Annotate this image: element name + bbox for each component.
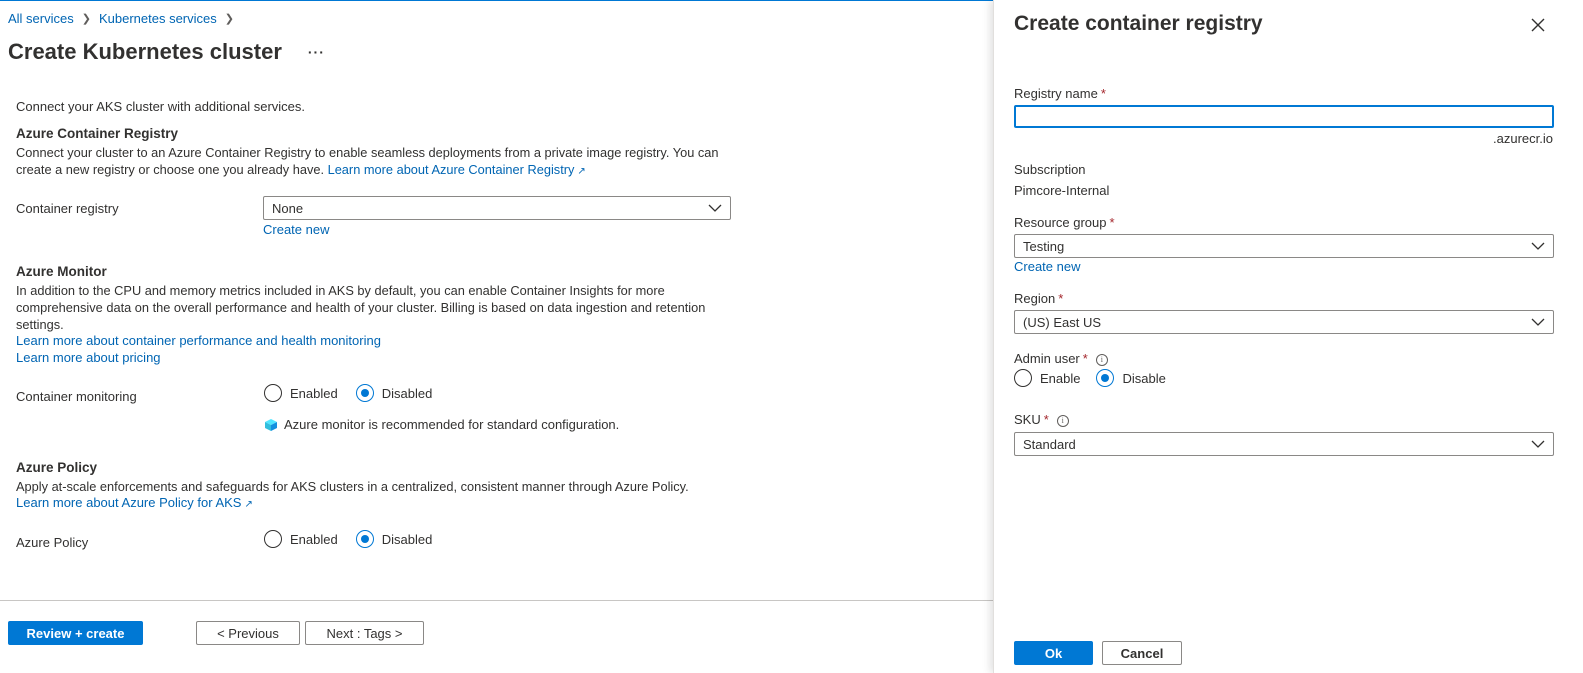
close-icon[interactable]: [1528, 15, 1548, 35]
azure-policy-radio-group: Enabled Disabled: [264, 530, 450, 548]
admin-user-disable-radio[interactable]: Disable: [1096, 369, 1166, 387]
monitoring-enabled-radio[interactable]: Enabled: [264, 384, 338, 402]
region-value: (US) East US: [1023, 314, 1102, 330]
create-registry-panel: Create container registry Registry name *…: [993, 0, 1583, 673]
container-monitoring-radio-group: Enabled Disabled: [264, 384, 450, 402]
footer-divider: [0, 600, 993, 601]
required-marker: *: [1100, 86, 1106, 101]
azure-policy-label: Azure Policy: [16, 535, 89, 550]
review-create-button[interactable]: Review + create: [8, 621, 143, 645]
radio-checked-icon: [355, 530, 374, 548]
admin-user-label: Admin user * i: [1014, 351, 1108, 366]
page-title: Create Kubernetes cluster: [8, 39, 282, 64]
acr-create-new-link[interactable]: Create new: [263, 222, 329, 237]
subscription-value: Pimcore-Internal: [1014, 183, 1110, 198]
breadcrumb: All services ❯ Kubernetes services ❯: [8, 11, 234, 26]
chevron-down-icon: [708, 204, 722, 212]
monitor-performance-link[interactable]: Learn more about container performance a…: [16, 333, 381, 348]
breadcrumb-all-services[interactable]: All services: [8, 11, 74, 26]
chevron-down-icon: [1531, 242, 1545, 250]
registry-suffix: .azurecr.io: [1493, 131, 1553, 146]
chevron-down-icon: [1531, 440, 1545, 448]
admin-user-enable-radio[interactable]: Enable: [1014, 369, 1080, 387]
registry-name-input[interactable]: [1014, 105, 1554, 128]
container-monitoring-label: Container monitoring: [16, 389, 137, 404]
previous-button[interactable]: < Previous: [196, 621, 300, 645]
monitor-info-message: Azure monitor is recommended for standar…: [264, 417, 619, 432]
required-marker: *: [1109, 215, 1115, 230]
external-link-icon: ↗: [244, 499, 253, 510]
region-select[interactable]: (US) East US: [1014, 310, 1554, 334]
subscription-label: Subscription: [1014, 162, 1086, 177]
container-registry-label: Container registry: [16, 201, 119, 216]
chevron-right-icon: ❯: [224, 13, 234, 25]
required-marker: *: [1058, 291, 1064, 306]
sku-label: SKU * i: [1014, 412, 1069, 427]
resource-group-value: Testing: [1023, 238, 1065, 254]
next-tags-button[interactable]: Next : Tags >: [305, 621, 424, 645]
external-link-icon: ↗: [577, 166, 586, 177]
registry-name-label: Registry name *: [1014, 86, 1106, 101]
cube-icon: [265, 418, 277, 431]
required-marker: *: [1082, 351, 1088, 366]
more-icon[interactable]: ···: [308, 44, 325, 60]
cancel-button[interactable]: Cancel: [1102, 641, 1182, 665]
monitor-pricing-link[interactable]: Learn more about pricing: [16, 350, 161, 365]
container-registry-value: None: [272, 200, 304, 216]
page-title-row: Create Kubernetes cluster ···: [8, 39, 325, 65]
info-icon[interactable]: i: [1095, 354, 1108, 366]
region-label: Region *: [1014, 291, 1064, 306]
sku-value: Standard: [1023, 436, 1076, 452]
breadcrumb-kubernetes-services[interactable]: Kubernetes services: [99, 11, 217, 26]
chevron-right-icon: ❯: [81, 13, 91, 25]
admin-user-radio-group: Enable Disable: [1014, 369, 1184, 387]
radio-unchecked-icon: [1014, 369, 1032, 387]
policy-enabled-radio[interactable]: Enabled: [264, 530, 338, 548]
info-icon[interactable]: i: [1056, 415, 1069, 427]
acr-description: Connect your cluster to an Azure Contain…: [16, 144, 736, 180]
resource-group-create-new-link[interactable]: Create new: [1014, 259, 1080, 274]
policy-heading: Azure Policy: [16, 460, 98, 475]
chevron-down-icon: [1531, 318, 1545, 326]
sku-select[interactable]: Standard: [1014, 432, 1554, 456]
resource-group-label: Resource group *: [1014, 215, 1115, 230]
policy-description: Apply at-scale enforcements and safeguar…: [16, 479, 689, 494]
panel-title: Create container registry: [1014, 12, 1263, 35]
resource-group-select[interactable]: Testing: [1014, 234, 1554, 258]
intro-text: Connect your AKS cluster with additional…: [16, 99, 306, 114]
monitoring-disabled-radio[interactable]: Disabled: [355, 384, 432, 402]
monitor-heading: Azure Monitor: [16, 264, 107, 279]
policy-disabled-radio[interactable]: Disabled: [355, 530, 432, 548]
acr-learn-more-link[interactable]: Learn more about Azure Container Registr…: [328, 162, 586, 177]
ok-button[interactable]: Ok: [1014, 641, 1093, 665]
required-marker: *: [1043, 412, 1049, 427]
radio-checked-icon: [1096, 369, 1115, 387]
policy-learn-more-link[interactable]: Learn more about Azure Policy for AKS ↗: [16, 495, 253, 510]
radio-unchecked-icon: [264, 384, 282, 402]
monitor-description: In addition to the CPU and memory metric…: [16, 283, 706, 332]
radio-unchecked-icon: [264, 530, 282, 548]
radio-checked-icon: [355, 384, 374, 402]
acr-heading: Azure Container Registry: [16, 126, 179, 141]
container-registry-select[interactable]: None: [263, 196, 731, 220]
